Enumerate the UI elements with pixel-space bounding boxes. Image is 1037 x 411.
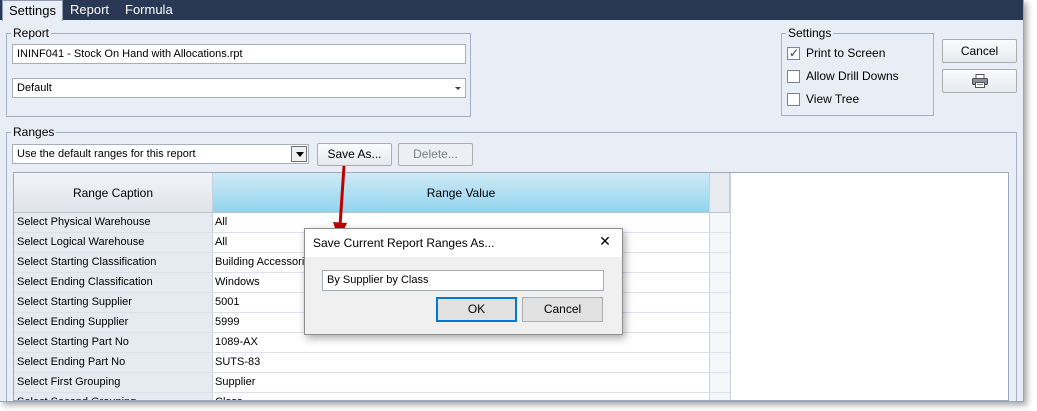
printer-icon [972,74,988,88]
checkmark-icon: ✓ [789,46,800,60]
row-trailing-cell [710,213,730,232]
tab-settings[interactable]: Settings [2,0,63,21]
save-as-button[interactable]: Save As... [317,143,392,166]
row-trailing-cell [710,273,730,292]
tab-formula[interactable]: Formula [119,0,179,20]
close-icon[interactable]: ✕ [596,233,614,251]
chevron-down-icon [455,87,461,90]
dialog-title: Save Current Report Ranges As... [305,229,622,257]
range-caption-cell: Select Ending Part No [14,353,213,372]
range-caption-cell: Select Starting Supplier [14,293,213,312]
save-ranges-dialog: Save Current Report Ranges As... ✕ By Su… [304,228,623,335]
range-caption-cell: Select First Grouping [14,373,213,392]
print-button[interactable] [942,69,1017,93]
allow-drill-downs-checkbox[interactable] [787,70,800,83]
table-row[interactable]: Select Second GroupingClass [14,393,730,400]
print-to-screen-checkbox[interactable]: ✓ [787,46,800,60]
range-caption-cell: Select Physical Warehouse [14,213,213,232]
range-name-input[interactable]: By Supplier by Class [322,270,604,291]
grid-empty-area [730,173,1008,400]
range-caption-cell: Select Second Grouping [14,393,213,400]
range-value-cell[interactable]: 1089-AX [213,333,710,352]
table-row[interactable]: Select Starting Part No 1089-AX [14,333,730,353]
tab-bar: Settings Report Formula [0,0,1023,21]
report-window: Settings Report Formula Report ININF041 … [0,0,1024,402]
report-file-field[interactable]: ININF041 - Stock On Hand with Allocation… [12,44,466,64]
row-trailing-cell [710,293,730,312]
cancel-button[interactable]: Cancel [942,39,1017,63]
row-trailing-cell [710,333,730,352]
row-trailing-cell [710,393,730,400]
ranges-group-legend: Ranges [11,125,57,139]
print-to-screen-label: Print to Screen [806,46,886,60]
range-value-cell[interactable]: Supplier [213,373,710,392]
range-value-cell[interactable]: Class [213,393,710,400]
range-value-cell[interactable]: SUTS-83 [213,353,710,372]
view-tree-label: View Tree [806,92,860,106]
range-caption-cell: Select Starting Classification [14,253,213,272]
range-caption-cell: Select Starting Part No [14,333,213,352]
range-caption-cell: Select Ending Supplier [14,313,213,332]
settings-group-legend: Settings [786,26,834,40]
ok-button[interactable]: OK [436,297,517,322]
view-tree-checkbox[interactable] [787,93,800,106]
range-caption-cell: Select Logical Warehouse [14,233,213,252]
report-layout-value: Default [17,82,52,94]
ranges-preset-dropdown[interactable]: Use the default ranges for this report [12,144,309,164]
row-trailing-cell [710,313,730,332]
report-layout-dropdown[interactable]: Default [12,78,466,98]
column-header-range-value[interactable]: Range Value [213,173,710,213]
column-header-range-caption[interactable]: Range Caption [14,173,213,213]
row-trailing-cell [710,353,730,372]
table-row[interactable]: Select Ending Part No SUTS-83 [14,353,730,373]
allow-drill-downs-label: Allow Drill Downs [806,69,899,83]
range-caption-cell: Select Ending Classification [14,273,213,292]
row-trailing-cell [710,253,730,272]
column-header-blank [710,173,730,213]
table-row[interactable]: Select First Grouping Supplier [14,373,730,393]
report-group-legend: Report [11,26,52,40]
row-trailing-cell [710,373,730,392]
row-trailing-cell [710,233,730,252]
ranges-preset-value: Use the default ranges for this report [17,148,196,160]
delete-button[interactable]: Delete... [398,143,473,166]
dialog-cancel-button[interactable]: Cancel [522,297,603,322]
chevron-down-icon[interactable] [291,146,307,162]
tab-report[interactable]: Report [64,0,115,20]
